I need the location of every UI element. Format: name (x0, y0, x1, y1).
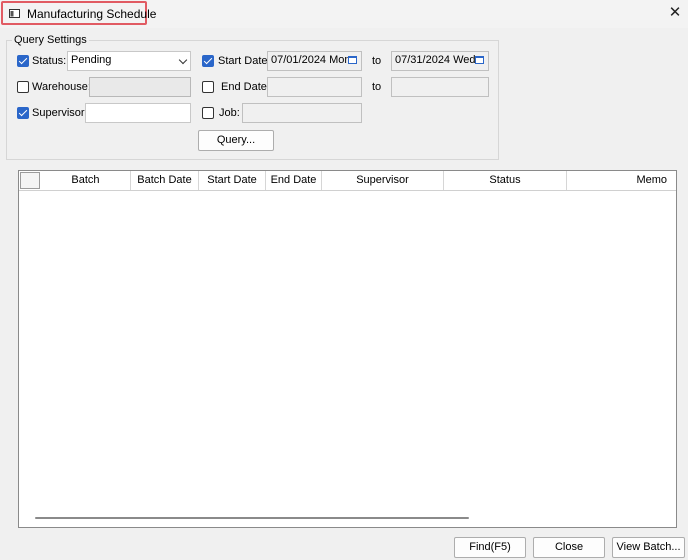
find-button[interactable]: Find(F5) (454, 537, 526, 558)
grid-header: Batch Batch Date Start Date End Date Sup… (19, 171, 676, 191)
start-date-from-value: 07/01/2024 Mon (271, 54, 351, 66)
column-header-batch-date[interactable]: Batch Date (131, 171, 199, 190)
job-field[interactable] (242, 103, 362, 123)
horizontal-scrollbar-thumb[interactable] (35, 517, 469, 519)
window-title: Manufacturing Schedule (27, 7, 157, 21)
end-date-label: End Date: (221, 81, 270, 93)
status-checkbox[interactable] (17, 55, 29, 67)
query-settings-title: Query Settings (12, 34, 89, 46)
title-bar: Manufacturing Schedule ✕ (0, 0, 688, 28)
column-header-start-date[interactable]: Start Date (199, 171, 266, 190)
start-date-checkbox[interactable] (202, 55, 214, 67)
query-button[interactable]: Query... (198, 130, 274, 151)
start-date-from-field[interactable]: 07/01/2024 Mon (267, 51, 362, 71)
supervisor-checkbox[interactable] (17, 107, 29, 119)
window-icon (9, 9, 20, 18)
close-button[interactable]: Close (533, 537, 605, 558)
job-checkbox[interactable] (202, 107, 214, 119)
end-date-to-label: to (372, 81, 382, 93)
status-combo[interactable]: Pending (67, 51, 191, 71)
warehouse-field[interactable] (89, 77, 191, 97)
start-date-to-value: 07/31/2024 Wed (395, 54, 476, 66)
calendar-icon[interactable] (348, 56, 357, 64)
end-date-from-field[interactable] (267, 77, 362, 97)
column-header-supervisor[interactable]: Supervisor (322, 171, 444, 190)
column-header-batch[interactable]: Batch (41, 171, 131, 190)
supervisor-label: Supervisor: (32, 107, 88, 119)
job-label: Job: (219, 107, 240, 119)
status-value: Pending (71, 54, 112, 66)
close-icon[interactable]: ✕ (664, 3, 686, 23)
chevron-down-icon (178, 55, 188, 65)
select-all-corner[interactable] (20, 172, 40, 189)
start-date-label: Start Date: (218, 55, 271, 67)
start-date-to-field[interactable]: 07/31/2024 Wed (391, 51, 489, 71)
status-label: Status: (32, 55, 67, 67)
column-header-status[interactable]: Status (444, 171, 567, 190)
warehouse-checkbox[interactable] (17, 81, 29, 93)
column-header-memo[interactable]: Memo (567, 171, 676, 190)
warehouse-label: Warehouse: (32, 81, 91, 93)
end-date-checkbox[interactable] (202, 81, 214, 93)
start-date-to-label: to (372, 55, 382, 67)
end-date-to-field[interactable] (391, 77, 489, 97)
column-header-end-date[interactable]: End Date (266, 171, 322, 190)
results-grid[interactable]: Batch Batch Date Start Date End Date Sup… (18, 170, 677, 528)
view-batch-button[interactable]: View Batch... (612, 537, 685, 558)
calendar-icon[interactable] (475, 56, 484, 64)
supervisor-field[interactable] (85, 103, 191, 123)
